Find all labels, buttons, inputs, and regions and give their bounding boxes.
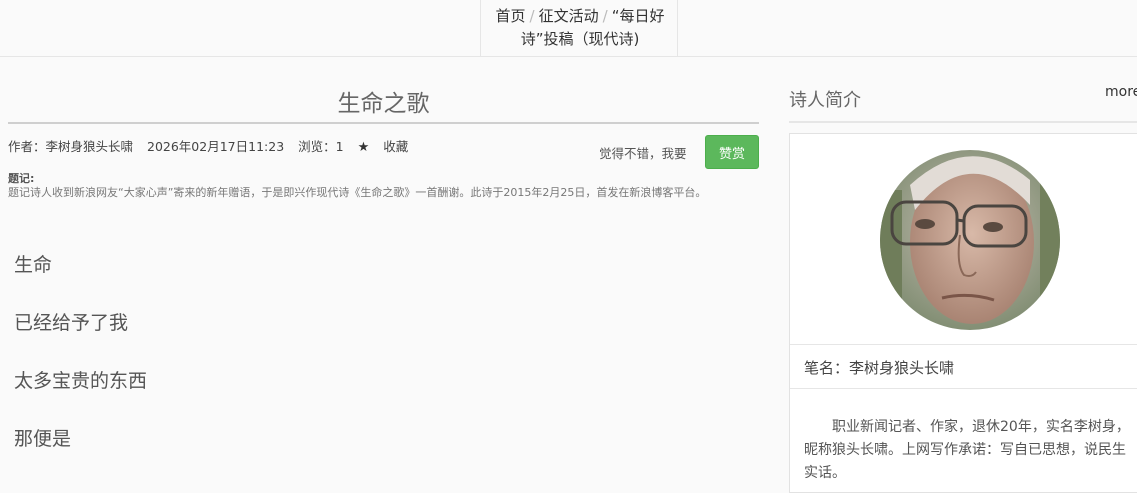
top-navigation-bar: 首页 / 征文活动 / “每日好诗”投稿（现代诗) (0, 0, 1137, 57)
poem-line: 生命 (14, 254, 53, 276)
more-link[interactable]: more (1105, 84, 1137, 100)
favorite-button[interactable]: ★ 收藏 (357, 139, 419, 155)
breadcrumb-home-link[interactable]: 首页 (496, 7, 526, 25)
poem-title: 生命之歌 (337, 91, 430, 117)
poem-body: 生命 已经给予了我 太多宝贵的东西 那便是 (14, 252, 147, 484)
reward-prompt: 觉得不错，我要 (599, 146, 687, 161)
breadcrumb-separator: / (529, 7, 535, 25)
title-divider (8, 122, 759, 124)
article-meta: 作者：李树身狼头长啸 2026年02月17日11:23 浏览：1 ★ 收藏 (8, 136, 428, 155)
poem-line: 已经给予了我 (14, 312, 129, 334)
views-count: 浏览：1 (298, 139, 344, 154)
note-label: 题记: (8, 172, 35, 185)
author-label: 作者：李树身狼头长啸 (8, 139, 134, 154)
poet-bio: 职业新闻记者、作家，退休20年，实名李树身，昵称狼头长啸。上网写作承诺：写自已思… (804, 419, 1130, 481)
sidebar-divider (789, 121, 1137, 123)
avatar (880, 150, 1060, 330)
pen-name: 笔名：李树身狼头长啸 (804, 359, 955, 377)
poem-line: 那便是 (14, 428, 72, 450)
breadcrumb-activity-link[interactable]: 征文活动 (539, 7, 599, 25)
note-text: 题记诗人收到新浪网友“大家心声”寄来的新年赠语，于是即兴作现代诗《生命之歌》一首… (8, 186, 707, 199)
breadcrumb-separator: / (602, 7, 608, 25)
poem-line: 太多宝贵的东西 (14, 370, 148, 392)
favorite-label: 收藏 (383, 139, 409, 154)
card-divider (790, 344, 1137, 345)
sidebar-title: 诗人简介 (789, 90, 861, 111)
star-icon: ★ (357, 140, 370, 155)
card-divider (790, 388, 1137, 389)
reward-button[interactable]: 赞赏 (705, 135, 759, 169)
publish-date: 2026年02月17日11:23 (147, 139, 285, 154)
breadcrumb: 首页 / 征文活动 / “每日好诗”投稿（现代诗) (480, 0, 678, 56)
